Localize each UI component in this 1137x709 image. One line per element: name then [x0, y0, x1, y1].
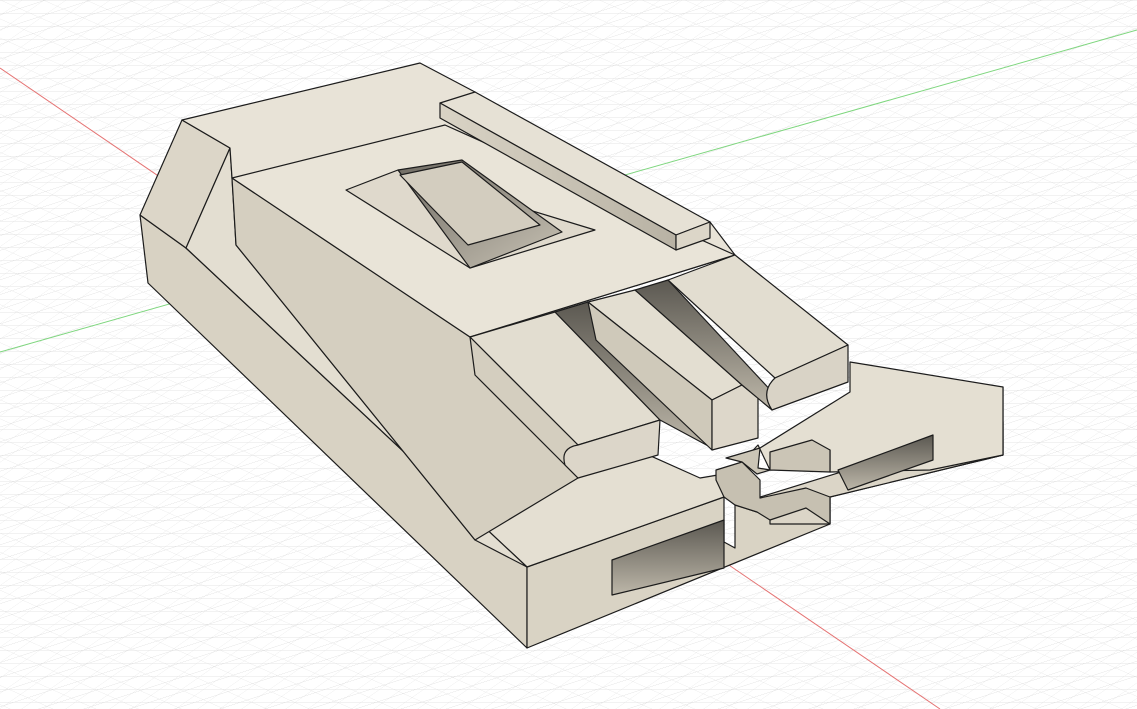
cad-viewport[interactable] — [0, 0, 1137, 709]
viewport-canvas[interactable] — [0, 0, 1137, 709]
